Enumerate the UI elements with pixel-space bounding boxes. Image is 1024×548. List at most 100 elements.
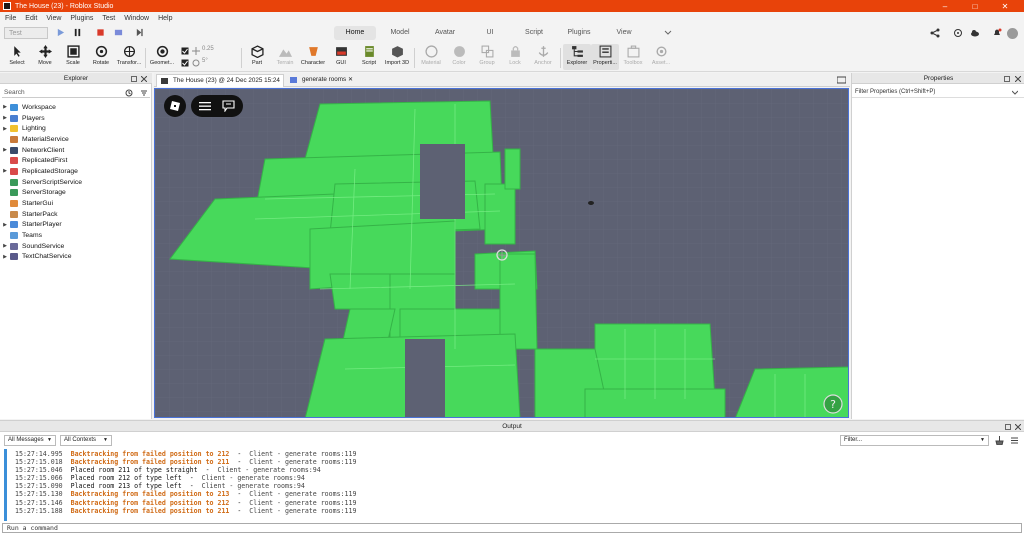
rotate-snap-input[interactable]: 5° bbox=[202, 58, 208, 67]
expand-arrow-icon[interactable]: ▶ bbox=[0, 243, 10, 249]
pause-icon[interactable] bbox=[73, 28, 82, 37]
close-panel-icon[interactable] bbox=[1015, 424, 1021, 430]
properties-filter-input[interactable]: Filter Properties (Ctrl+Shift+P) bbox=[852, 87, 1024, 98]
menu-view[interactable]: View bbox=[46, 15, 61, 22]
log-source[interactable]: Client - generate rooms:119 bbox=[249, 507, 356, 515]
history-icon[interactable] bbox=[125, 89, 133, 97]
log-source[interactable]: Client - generate rooms:94 bbox=[202, 474, 305, 482]
menu-plugins[interactable]: Plugins bbox=[70, 15, 93, 22]
menu-test[interactable]: Test bbox=[102, 15, 115, 22]
stop-icon[interactable] bbox=[96, 28, 105, 37]
tab-ui[interactable]: UI bbox=[470, 26, 510, 40]
tab-view[interactable]: View bbox=[604, 26, 644, 40]
script-tool[interactable]: Script bbox=[355, 44, 383, 70]
close-button[interactable]: ✕ bbox=[990, 0, 1020, 12]
explorer-item-replicatedfirst[interactable]: ReplicatedFirst bbox=[0, 155, 152, 166]
output-settings-icon[interactable] bbox=[1010, 436, 1019, 445]
log-source[interactable]: Client - generate rooms:119 bbox=[249, 458, 356, 466]
collaborate-icon[interactable] bbox=[953, 28, 963, 38]
explorer-item-startergui[interactable]: StarterGui bbox=[0, 198, 152, 209]
import-3d-tool[interactable]: Import 3D bbox=[383, 44, 411, 70]
output-filter-input[interactable]: Filter... ▼ bbox=[840, 435, 989, 446]
anchor-tool[interactable]: Anchor bbox=[529, 44, 557, 70]
explorer-item-soundservice[interactable]: ▶ SoundService bbox=[0, 241, 152, 252]
geometry-tool[interactable]: Geomet... bbox=[148, 44, 176, 70]
explorer-item-lighting[interactable]: ▶ Lighting bbox=[0, 123, 152, 134]
color-tool[interactable]: Color bbox=[445, 44, 473, 70]
explorer-item-teams[interactable]: Teams bbox=[0, 230, 152, 241]
command-bar-input[interactable]: Run a command bbox=[2, 523, 1022, 533]
expand-arrow-icon[interactable]: ▶ bbox=[0, 222, 10, 228]
explorer-item-networkclient[interactable]: ▶ NetworkClient bbox=[0, 145, 152, 156]
menu-file[interactable]: File bbox=[5, 15, 16, 22]
hamburger-menu-icon[interactable] bbox=[199, 101, 211, 111]
explorer-item-starterpack[interactable]: StarterPack bbox=[0, 209, 152, 220]
help-icon[interactable]: ? bbox=[823, 394, 843, 414]
gui-tool[interactable]: GUI bbox=[327, 44, 355, 70]
rotate-snap-checkbox[interactable] bbox=[181, 59, 189, 67]
tab-settings-icon[interactable] bbox=[837, 76, 846, 84]
notification-icon[interactable] bbox=[992, 28, 1002, 38]
scale-tool[interactable]: Scale bbox=[59, 44, 87, 70]
select-tool[interactable]: Select bbox=[3, 44, 31, 70]
transform-tool[interactable]: Transfor... bbox=[115, 44, 143, 70]
menu-help[interactable]: Help bbox=[158, 15, 172, 22]
log-source[interactable]: Client - generate rooms:119 bbox=[249, 450, 356, 458]
undock-icon[interactable] bbox=[1004, 76, 1010, 82]
terrain-tool[interactable]: Terrain bbox=[271, 44, 299, 70]
move-snap-checkbox[interactable] bbox=[181, 47, 189, 55]
log-source[interactable]: Client - generate rooms:94 bbox=[218, 466, 321, 474]
undock-icon[interactable] bbox=[1005, 424, 1011, 430]
rotate-tool[interactable]: Rotate bbox=[87, 44, 115, 70]
close-panel-icon[interactable] bbox=[1015, 76, 1021, 82]
maximize-button[interactable]: □ bbox=[960, 0, 990, 12]
share-icon[interactable] bbox=[930, 28, 940, 38]
tab-home[interactable]: Home bbox=[334, 26, 376, 40]
menu-edit[interactable]: Edit bbox=[25, 15, 37, 22]
explorer-item-textchatservice[interactable]: ▶ TextChatService bbox=[0, 252, 152, 263]
toolbox-toggle[interactable]: Toolbox bbox=[619, 44, 647, 70]
chat-icon[interactable] bbox=[222, 100, 235, 112]
minimize-button[interactable]: – bbox=[930, 0, 960, 12]
tab-generate-rooms[interactable]: generate rooms ✕ bbox=[286, 74, 356, 87]
explorer-item-workspace[interactable]: ▶ Workspace bbox=[0, 102, 152, 113]
play-icon[interactable] bbox=[56, 28, 65, 37]
menu-window[interactable]: Window bbox=[124, 15, 149, 22]
lock-tool[interactable]: Lock bbox=[501, 44, 529, 70]
asset-manager-toggle[interactable]: Asset... bbox=[647, 44, 675, 70]
properties-toggle[interactable]: Properti... bbox=[591, 44, 619, 70]
log-source[interactable]: Client - generate rooms:119 bbox=[249, 490, 356, 498]
group-tool[interactable]: Group bbox=[473, 44, 501, 70]
tab-avatar[interactable]: Avatar bbox=[425, 26, 465, 40]
explorer-item-starterplayer[interactable]: ▶ StarterPlayer bbox=[0, 220, 152, 231]
log-source[interactable]: Client - generate rooms:94 bbox=[202, 482, 305, 490]
expand-arrow-icon[interactable]: ▶ bbox=[0, 254, 10, 260]
explorer-item-players[interactable]: ▶ Players bbox=[0, 113, 152, 124]
character-tool[interactable]: Character bbox=[299, 44, 327, 70]
move-snap-input[interactable]: 0.25 bbox=[202, 46, 214, 55]
messages-filter-dropdown[interactable]: All Messages ▼ bbox=[4, 435, 56, 446]
part-tool[interactable]: Part bbox=[243, 44, 271, 70]
chevron-down-icon[interactable] bbox=[664, 29, 672, 37]
explorer-item-serverscriptservice[interactable]: ServerScriptService bbox=[0, 177, 152, 188]
step-icon[interactable] bbox=[135, 28, 144, 37]
close-panel-icon[interactable] bbox=[141, 76, 147, 82]
undock-icon[interactable] bbox=[131, 76, 137, 82]
chevron-down-icon[interactable] bbox=[1012, 90, 1018, 95]
expand-arrow-icon[interactable]: ▶ bbox=[0, 104, 10, 110]
close-tab-icon[interactable]: ✕ bbox=[348, 74, 353, 86]
expand-arrow-icon[interactable]: ▶ bbox=[0, 126, 10, 132]
explorer-toggle[interactable]: Explorer bbox=[563, 44, 591, 70]
tab-plugins[interactable]: Plugins bbox=[559, 26, 599, 40]
expand-arrow-icon[interactable]: ▶ bbox=[0, 115, 10, 121]
log-source[interactable]: Client - generate rooms:119 bbox=[249, 499, 356, 507]
3d-viewport[interactable]: ? bbox=[154, 88, 849, 418]
explorer-item-replicatedstorage[interactable]: ▶ ReplicatedStorage bbox=[0, 166, 152, 177]
clear-output-icon[interactable] bbox=[995, 436, 1004, 445]
test-mode-dropdown[interactable]: Test bbox=[4, 27, 48, 39]
material-tool[interactable]: Material bbox=[417, 44, 445, 70]
tab-script[interactable]: Script bbox=[514, 26, 554, 40]
explorer-item-serverstorage[interactable]: ServerStorage bbox=[0, 188, 152, 199]
avatar[interactable] bbox=[1007, 28, 1018, 39]
cloud-icon[interactable] bbox=[970, 28, 980, 38]
